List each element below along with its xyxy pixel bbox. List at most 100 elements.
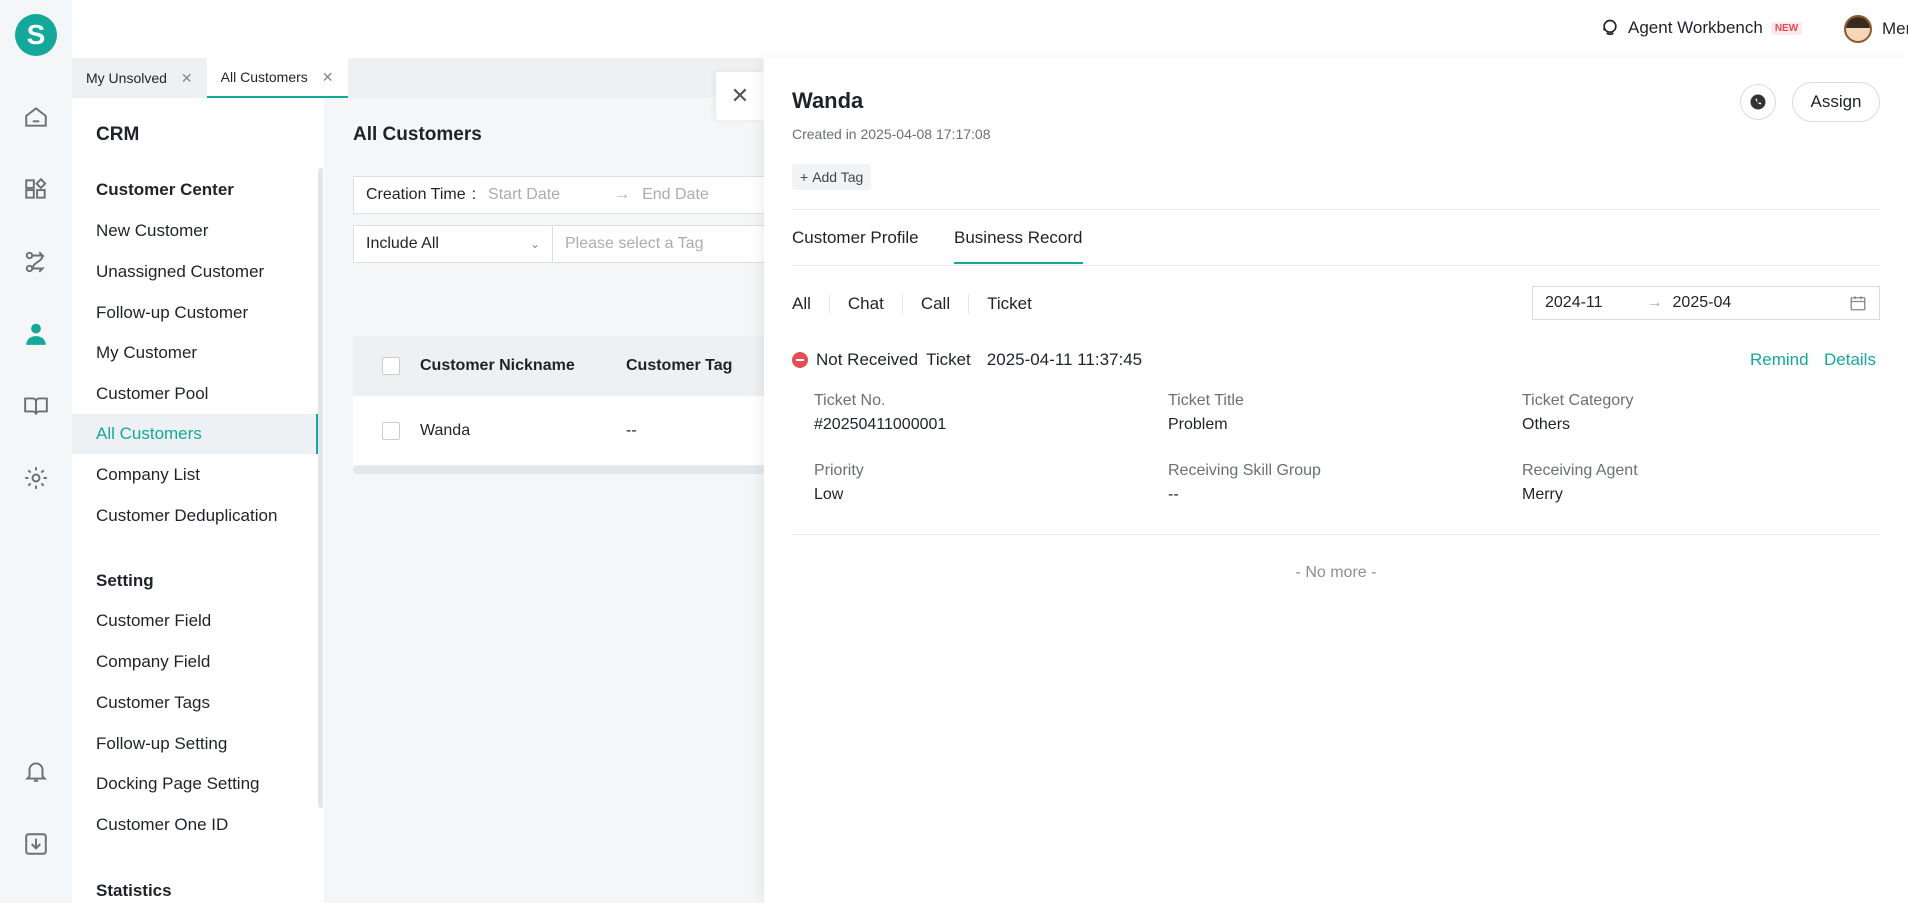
whatsapp-button[interactable] <box>1740 84 1776 120</box>
crm-title: CRM <box>96 124 140 145</box>
include-select[interactable]: Include All ⌄ <box>353 225 553 263</box>
filter-call[interactable]: Call <box>903 294 970 314</box>
sidebar-item-customer-pool[interactable]: Customer Pool <box>72 374 318 414</box>
field-value: Problem <box>1168 416 1228 433</box>
user-menu[interactable]: Merry ▼ <box>1844 15 1908 43</box>
date-range-picker[interactable]: 2024-11 → 2025-04 <box>1532 286 1880 320</box>
record-status: Not Received <box>816 350 919 369</box>
left-rail: S <box>0 0 72 903</box>
field-label: Ticket Title <box>1168 392 1244 409</box>
close-icon[interactable]: ✕ <box>322 69 334 86</box>
close-icon[interactable]: ✕ <box>181 70 193 87</box>
include-select-value: Include All <box>366 235 439 252</box>
filter-ticket[interactable]: Ticket <box>969 294 1050 314</box>
field-priority: Priority Low <box>814 462 864 504</box>
select-all-checkbox[interactable] <box>382 357 400 375</box>
record-time: 2025-04-11 11:37:45 <box>986 350 1143 369</box>
close-icon: ✕ <box>730 83 750 108</box>
sidebar-item-follow-up-setting[interactable]: Follow-up Setting <box>72 724 318 764</box>
tab-customer-profile[interactable]: Customer Profile <box>792 228 919 248</box>
customer-table: Customer Nickname Customer Tag Wanda -- <box>353 336 764 466</box>
field-label: Receiving Skill Group <box>1168 462 1321 479</box>
download-icon[interactable] <box>22 830 50 858</box>
tag-select[interactable]: Please select a Tag <box>553 225 773 263</box>
sidebar-item-unassigned-customer[interactable]: Unassigned Customer <box>72 252 318 292</box>
sidebar-item-customer-one-id[interactable]: Customer One ID <box>72 805 318 845</box>
filter-chat[interactable]: Chat <box>830 294 903 314</box>
crm-sidebar: CRM Customer Center New Customer Unassig… <box>72 98 324 903</box>
agent-workbench-label: Agent Workbench <box>1628 18 1763 37</box>
sidebar-item-follow-up-customer[interactable]: Follow-up Customer <box>72 293 318 333</box>
table-scrollbar[interactable] <box>353 466 764 474</box>
sidebar-item-customer-field[interactable]: Customer Field <box>72 601 318 641</box>
field-label: Priority <box>814 462 864 479</box>
new-badge: NEW <box>1770 21 1803 35</box>
settings-icon[interactable] <box>22 464 50 492</box>
sidebar-item-docking-page-setting[interactable]: Docking Page Setting <box>72 764 318 804</box>
filter-all[interactable]: All <box>792 294 830 314</box>
whatsapp-icon <box>1750 94 1766 110</box>
section-customer-center: Customer Center <box>96 180 234 199</box>
page-tabs: My Unsolved ✕ All Customers ✕ <box>72 58 762 98</box>
agent-workbench-link[interactable]: Agent Workbench NEW <box>1600 18 1803 38</box>
sidebar-item-my-customer[interactable]: My Customer <box>72 333 318 373</box>
sidebar-scrollbar[interactable] <box>318 168 323 808</box>
creation-time-filter[interactable]: Creation Time : Start Date → End Date <box>353 176 773 214</box>
table-header: Customer Nickname Customer Tag <box>353 336 764 396</box>
range-end[interactable]: 2025-04 <box>1673 294 1732 312</box>
sidebar-item-company-list[interactable]: Company List <box>72 455 318 495</box>
add-tag-label: Add Tag <box>812 169 864 185</box>
sidebar-item-customer-tags[interactable]: Customer Tags <box>72 683 318 723</box>
customer-icon[interactable] <box>22 320 50 348</box>
divider <box>792 265 1880 266</box>
apps-icon[interactable] <box>22 175 50 203</box>
arrow-right-icon: → <box>614 186 631 203</box>
sidebar-item-company-field[interactable]: Company Field <box>72 642 318 682</box>
headset-icon <box>1603 19 1617 36</box>
no-more-text: - No more - <box>1295 564 1377 581</box>
book-icon[interactable] <box>22 392 50 420</box>
tag-filter-row: Include All ⌄ Please select a Tag <box>353 225 773 263</box>
calendar-icon <box>1849 294 1867 317</box>
row-checkbox[interactable] <box>382 421 400 440</box>
tab-my-unsolved[interactable]: My Unsolved ✕ <box>72 58 207 98</box>
tab-label: My Unsolved <box>86 70 167 86</box>
tab-label: All Customers <box>220 69 308 85</box>
sidebar-item-customer-deduplication[interactable]: Customer Deduplication <box>72 496 318 536</box>
table-row[interactable]: Wanda -- <box>353 396 764 466</box>
field-ticket-no: Ticket No. #20250411000001 <box>814 392 946 434</box>
column-header: Customer Tag <box>626 357 733 374</box>
section-statistics: Statistics <box>96 881 172 900</box>
cell-nickname[interactable]: Wanda <box>420 422 626 440</box>
sidebar-item-all-customers[interactable]: All Customers <box>72 414 318 454</box>
app-logo[interactable]: S <box>15 14 57 56</box>
add-tag-button[interactable]: + Add Tag <box>792 164 872 190</box>
top-bar: Agent Workbench NEW Merry ▼ <box>72 0 1908 58</box>
drawer-close-button[interactable]: ✕ <box>716 72 764 120</box>
field-ticket-title: Ticket Title Problem <box>1168 392 1244 434</box>
tab-all-customers[interactable]: All Customers ✕ <box>206 58 348 98</box>
avatar <box>1844 15 1872 43</box>
field-receiving-agent: Receiving Agent Merry <box>1522 462 1638 504</box>
home-icon[interactable] <box>22 103 50 131</box>
divider <box>792 534 1880 535</box>
range-start[interactable]: 2024-11 <box>1545 294 1603 312</box>
chevron-down-icon: ⌄ <box>529 237 540 251</box>
end-date-input[interactable]: End Date <box>642 186 709 204</box>
column-header: Customer Nickname <box>420 357 575 374</box>
details-link[interactable]: Details <box>1824 350 1876 370</box>
start-date-input[interactable]: Start Date <box>488 186 560 204</box>
field-label: Receiving Agent <box>1522 462 1638 479</box>
assign-button[interactable]: Assign <box>1792 82 1880 122</box>
remind-link[interactable]: Remind <box>1750 350 1809 370</box>
field-label: Ticket No. <box>814 392 886 409</box>
field-value: Low <box>814 486 844 503</box>
sidebar-item-new-customer[interactable]: New Customer <box>72 211 318 251</box>
routing-icon[interactable] <box>22 248 50 276</box>
creation-time-label: Creation Time <box>366 186 466 203</box>
field-ticket-category: Ticket Category Others <box>1522 392 1633 434</box>
bell-icon[interactable] <box>22 757 50 785</box>
customer-name: Wanda <box>792 88 864 113</box>
tab-business-record[interactable]: Business Record <box>954 228 1083 264</box>
colon: : <box>471 186 477 203</box>
